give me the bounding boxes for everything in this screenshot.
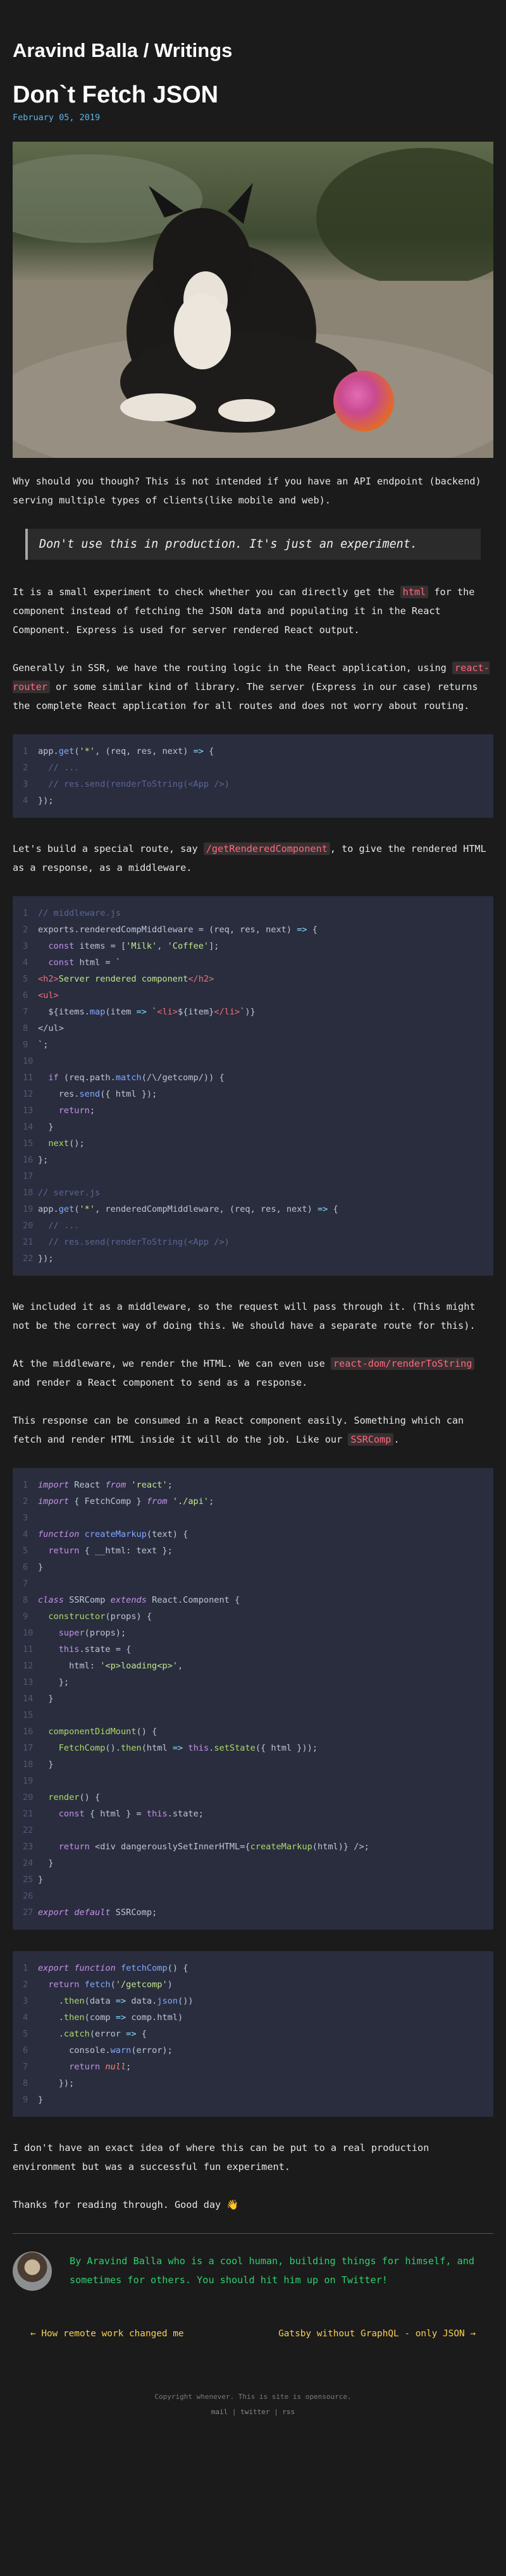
paragraph-experiment: It is a small experiment to check whethe… xyxy=(13,582,493,639)
footer-copyright: Copyright whenever. This is site is open… xyxy=(154,2392,352,2401)
twitter-link[interactable]: twitter xyxy=(240,2408,269,2416)
post-date: February 05, 2019 xyxy=(13,112,101,123)
paragraph-middleware-note: We included it as a middleware, so the r… xyxy=(13,1300,476,1331)
separator: | xyxy=(228,2407,241,2416)
prev-post-link[interactable]: ← How remote work changed me xyxy=(30,2329,184,2339)
paragraph-intro: Why should you though? This is not inten… xyxy=(13,475,481,506)
text-segment: At the middleware, we render the HTML. W… xyxy=(13,1357,331,1369)
next-post-link[interactable]: Gatsby without GraphQL - only JSON → xyxy=(278,2329,476,2339)
paragraph-render-html: At the middleware, we render the HTML. W… xyxy=(13,1354,493,1392)
callout-warning: Don't use this in production. It's just … xyxy=(25,528,481,560)
post-navigation: ← How remote work changed me Gatsby with… xyxy=(13,2329,493,2339)
mail-link[interactable]: mail xyxy=(211,2408,228,2416)
separator: | xyxy=(269,2407,283,2416)
footer-links: mail | twitter | rss xyxy=(13,2405,493,2420)
bio-text[interactable]: By Aravind Balla who is a cool human, bu… xyxy=(70,2252,493,2289)
dog-photo-illustration xyxy=(13,141,493,458)
text-segment: . xyxy=(393,1433,400,1445)
code-block-ssrcomp: 1 import React from 'react'; 2 import { Fe… xyxy=(13,1467,493,1930)
code-block-middleware: 1// middleware.js 2 exports.renderedCompM… xyxy=(13,896,493,1276)
inline-code-html: html xyxy=(400,585,429,598)
text-segment: Generally in SSR, we have the routing lo… xyxy=(13,662,452,674)
paragraph-special-route: Let's build a special route, say /getRen… xyxy=(13,839,493,877)
inline-code-route: /getRenderedComponent xyxy=(203,842,330,855)
text-segment: and render a React component to send as … xyxy=(13,1376,308,1388)
post-title: Don`t Fetch JSON xyxy=(13,82,219,108)
text-segment: It is a small experiment to check whethe… xyxy=(13,586,400,598)
text-segment: or some similar kind of library. The ser… xyxy=(13,681,478,712)
divider xyxy=(13,2233,493,2234)
paragraph-ssr: Generally in SSR, we have the routing lo… xyxy=(13,658,493,715)
footer: Copyright whenever. This is site is open… xyxy=(13,2389,493,2420)
page: Aravind Balla / Writings Don`t Fetch JSO… xyxy=(0,0,506,2445)
paragraph-consume: This response can be consumed in a React… xyxy=(13,1411,493,1449)
text-segment: Let's build a special route, say xyxy=(13,842,204,854)
author-bio: By Aravind Balla who is a cool human, bu… xyxy=(13,2251,493,2291)
rss-link[interactable]: rss xyxy=(282,2408,295,2416)
inline-code-render-to-string: react-dom/renderToString xyxy=(330,1357,475,1370)
avatar xyxy=(13,2251,52,2291)
inline-code-ssrcomp: SSRComp xyxy=(348,1433,394,1446)
paragraph-thanks: Thanks for reading through. Good day 👋 xyxy=(13,2198,239,2210)
site-title[interactable]: Aravind Balla / Writings xyxy=(13,39,493,62)
code-block-express-catchall: 1 app.get('*', (req, res, next) => { 2 //… xyxy=(13,734,493,818)
hero-image-dog xyxy=(13,141,493,458)
code-block-fetchcomp: 1 export function fetchComp() { 2 return … xyxy=(13,1950,493,2117)
paragraph-conclusion: I don't have an exact idea of where this… xyxy=(13,2142,429,2172)
